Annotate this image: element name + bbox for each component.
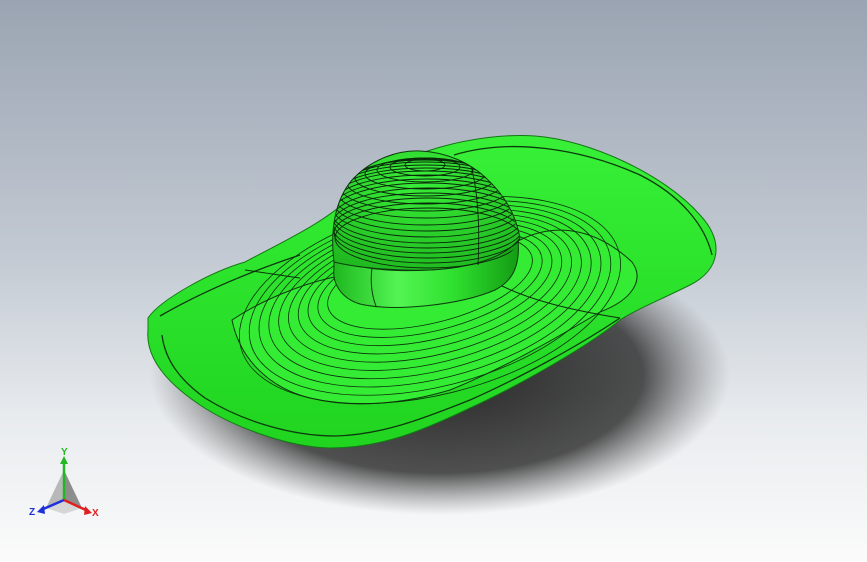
z-axis-arrow-icon (37, 505, 45, 514)
x-axis-arrow-icon (84, 506, 92, 515)
hat-model[interactable] (0, 0, 867, 562)
x-axis-label: X (92, 508, 99, 519)
z-axis-label: Z (29, 507, 35, 518)
graphics-viewport[interactable]: Y X Z (0, 0, 867, 562)
y-axis-label: Y (61, 448, 68, 458)
orientation-triad[interactable]: Y X Z (24, 448, 104, 524)
